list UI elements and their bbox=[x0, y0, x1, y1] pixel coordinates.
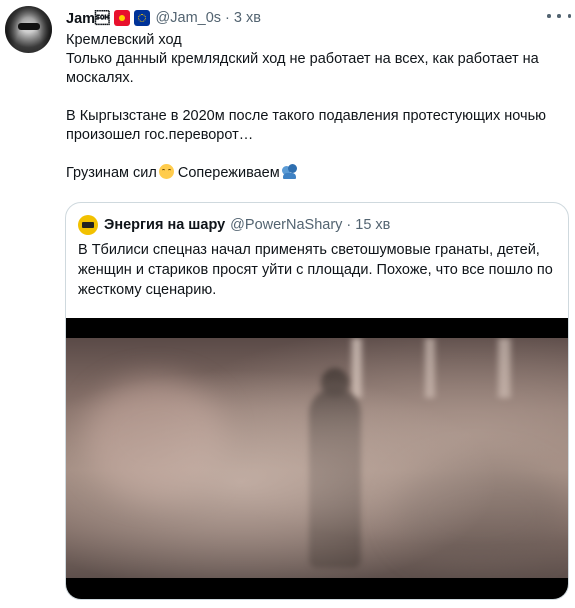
flag-kyrgyzstan-icon bbox=[113, 10, 130, 26]
quoted-tweet-text: В Тбилиси спецназ начал применять светош… bbox=[78, 242, 553, 298]
more-dot bbox=[547, 14, 551, 18]
line-break bbox=[66, 88, 566, 107]
quoted-timestamp: 15 хв bbox=[355, 217, 391, 233]
quoted-handle: @PowerNaShary bbox=[230, 217, 343, 233]
tweet-line: Кремлевский ход bbox=[66, 32, 182, 48]
line-break bbox=[66, 145, 566, 164]
video-player[interactable] bbox=[66, 318, 568, 599]
separator-dot: · bbox=[346, 217, 352, 233]
more-options-icon[interactable] bbox=[547, 8, 571, 24]
user-handle[interactable]: @Jam_0s bbox=[156, 10, 222, 26]
tweet-line-last: Грузинам сил Сопереживаем bbox=[66, 164, 566, 183]
flag-eu-icon bbox=[133, 10, 150, 26]
display-name[interactable]: Jam bbox=[66, 10, 110, 27]
tweet-card[interactable]: Jam @Jam_0s · 3 хв Кремлевский ход Толь… bbox=[0, 0, 575, 608]
timestamp[interactable]: 3 хв bbox=[234, 10, 261, 26]
avatar[interactable] bbox=[5, 6, 52, 53]
tweet-line-part: Грузинам сил bbox=[66, 165, 157, 181]
quoted-tweet[interactable]: Энергия на шару @PowerNaShary · 15 хв В … bbox=[65, 202, 569, 600]
people-hugging-emoji bbox=[281, 164, 297, 179]
tweet-line: В Кыргызстане в 2020м после такого подав… bbox=[66, 108, 547, 143]
avatar-sunglasses bbox=[18, 23, 40, 30]
quoted-avatar bbox=[78, 215, 98, 235]
quoted-tweet-header: Энергия на шару @PowerNaShary · 15 хв bbox=[78, 215, 390, 235]
tweet-header: Jam @Jam_0s · 3 хв bbox=[66, 8, 261, 28]
tweet-line-part: Сопереживаем bbox=[177, 165, 280, 181]
video-frame bbox=[66, 338, 568, 578]
relieved-face-emoji bbox=[158, 164, 174, 179]
more-dot bbox=[557, 14, 561, 18]
tweet-line: Только данный кремлядский ход не работае… bbox=[66, 51, 539, 86]
separator-dot: · bbox=[225, 10, 230, 26]
tweet-text: Кремлевский ход Только данный кремлядски… bbox=[66, 31, 566, 183]
more-dot bbox=[567, 14, 571, 18]
quoted-display-name: Энергия на шару bbox=[104, 217, 226, 233]
smoke-overlay bbox=[66, 338, 568, 578]
